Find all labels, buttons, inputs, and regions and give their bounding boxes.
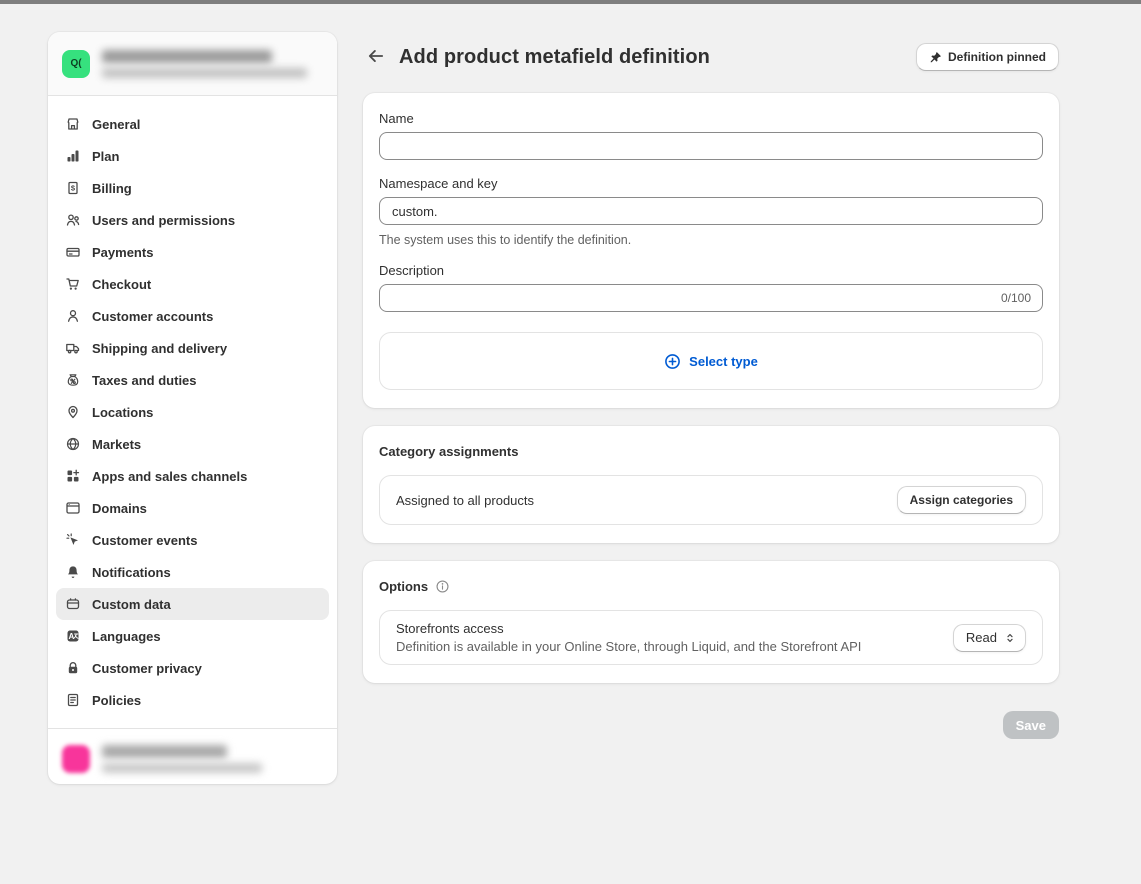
name-label: Name [379,111,1043,126]
namespace-field-group: Namespace and key The system uses this t… [379,176,1043,247]
category-assignment-status: Assigned to all products [396,493,534,508]
select-chevrons-icon [1004,632,1016,644]
settings-sidebar: Q( General Plan $ Billing Users and perm… [48,32,337,784]
locations-icon [64,404,82,420]
page-header: Add product metafield definition Definit… [363,42,1059,72]
payments-icon [64,244,82,260]
main-content: Add product metafield definition Definit… [363,0,1059,739]
storefronts-access-row: Storefronts access Definition is availab… [379,610,1043,665]
options-card: Options Storefronts access Definition is… [363,561,1059,683]
sidebar-item-languages[interactable]: A Languages [56,620,329,652]
user-avatar [62,745,90,773]
sidebar-item-locations[interactable]: Locations [56,396,329,428]
customer-accounts-icon [64,308,82,324]
store-icon [64,116,82,132]
read-select-value: Read [966,630,997,645]
definition-form-card: Name Namespace and key The system uses t… [363,93,1059,408]
category-assignments-card: Category assignments Assigned to all pro… [363,426,1059,543]
definition-pinned-label: Definition pinned [948,50,1046,64]
taxes-icon [64,372,82,388]
customer-events-icon [64,532,82,548]
sidebar-item-policies[interactable]: Policies [56,684,329,716]
store-name-redacted [102,50,272,63]
description-field-group: Description 0/100 [379,263,1043,312]
pin-icon [929,51,942,64]
store-identity [102,50,323,78]
namespace-label: Namespace and key [379,176,1043,191]
user-identity [102,745,323,773]
sidebar-item-billing[interactable]: $ Billing [56,172,329,204]
definition-pinned-button[interactable]: Definition pinned [916,43,1059,71]
svg-text:A: A [69,632,75,641]
plan-icon [64,148,82,164]
storefronts-access-description: Definition is available in your Online S… [396,639,861,654]
storefronts-access-select[interactable]: Read [953,624,1026,652]
category-assignment-row: Assigned to all products Assign categori… [379,475,1043,525]
store-avatar: Q( [62,50,90,78]
billing-icon: $ [64,180,82,196]
namespace-key-input[interactable] [379,197,1043,225]
sidebar-item-domains[interactable]: Domains [56,492,329,524]
users-icon [64,212,82,228]
sidebar-item-shipping-and-delivery[interactable]: Shipping and delivery [56,332,329,364]
page-title: Add product metafield definition [399,46,710,69]
custom-data-icon [64,596,82,612]
name-input[interactable] [379,132,1043,160]
sidebar-item-markets[interactable]: Markets [56,428,329,460]
select-type-label: Select type [689,354,758,369]
sidebar-item-notifications[interactable]: Notifications [56,556,329,588]
user-email-redacted [102,763,262,773]
sidebar-item-apps-and-sales-channels[interactable]: Apps and sales channels [56,460,329,492]
checkout-icon [64,276,82,292]
apps-icon [64,468,82,484]
user-name-redacted [102,745,227,758]
category-assignments-title: Category assignments [379,444,1043,459]
sidebar-item-plan[interactable]: Plan [56,140,329,172]
sidebar-item-custom-data[interactable]: Custom data [56,588,329,620]
sidebar-item-payments[interactable]: Payments [56,236,329,268]
svg-text:$: $ [71,183,76,192]
policies-icon [64,692,82,708]
back-button[interactable] [363,44,389,70]
options-title: Options [379,579,428,594]
store-url-redacted [102,68,307,78]
description-label: Description [379,263,1043,278]
notifications-icon [64,564,82,580]
sidebar-item-taxes-and-duties[interactable]: Taxes and duties [56,364,329,396]
storefronts-access-title: Storefronts access [396,621,861,636]
back-arrow-icon [367,47,385,68]
assign-categories-button[interactable]: Assign categories [897,486,1026,514]
markets-icon [64,436,82,452]
sidebar-item-general[interactable]: General [56,108,329,140]
sidebar-item-customer-accounts[interactable]: Customer accounts [56,300,329,332]
store-header: Q( [48,32,337,96]
description-char-counter: 0/100 [1001,291,1031,305]
shipping-icon [64,340,82,356]
footer-actions: Save [363,711,1059,739]
plus-circle-icon [664,353,681,370]
privacy-icon [64,660,82,676]
sidebar-item-customer-events[interactable]: Customer events [56,524,329,556]
settings-page: Q( General Plan $ Billing Users and perm… [0,0,1141,884]
domains-icon [64,500,82,516]
languages-icon: A [64,628,82,644]
save-button[interactable]: Save [1003,711,1059,739]
description-input[interactable] [379,284,1043,312]
user-footer [48,728,337,788]
info-icon [435,579,450,594]
namespace-help-text: The system uses this to identify the def… [379,233,1043,247]
storefronts-access-text: Storefronts access Definition is availab… [396,621,861,654]
sidebar-item-users-and-permissions[interactable]: Users and permissions [56,204,329,236]
settings-nav: General Plan $ Billing Users and permiss… [48,96,337,728]
sidebar-item-checkout[interactable]: Checkout [56,268,329,300]
sidebar-item-customer-privacy[interactable]: Customer privacy [56,652,329,684]
select-type-button[interactable]: Select type [379,332,1043,390]
name-field-group: Name [379,111,1043,160]
